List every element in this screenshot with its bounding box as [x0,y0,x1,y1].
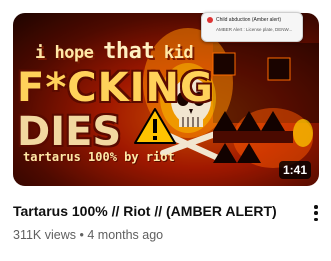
thumbnail-caption-top: i hope that kid [35,39,194,64]
thumbnail-caption-bottom: tartarus 100% by riot [23,150,175,164]
alert-icon [207,17,213,23]
video-metadata: 311K views • 4 months ago [13,228,163,242]
upload-age: 4 months ago [87,228,164,242]
video-title[interactable]: Tartarus 100% // Riot // (AMBER ALERT) [13,203,303,219]
view-count: 311K views [13,228,76,242]
thumbnail-caption-line2: F*CKING [17,65,214,111]
thumbnail-caption-line3: DIES [17,109,122,155]
more-vert-icon[interactable] [309,203,323,223]
alert-title: Child abduction (Amber alert) [216,17,282,23]
amber-alert-notification: Child abduction (Amber alert) AMBER Aler… [201,12,303,42]
meta-separator: • [79,228,84,242]
video-duration-badge: 1:41 [278,161,311,179]
alert-body: AMBER Alert : License plate, DENW... [216,27,293,32]
video-card[interactable]: i hope that kid F*CKING DIES tartarus 10… [0,0,331,261]
